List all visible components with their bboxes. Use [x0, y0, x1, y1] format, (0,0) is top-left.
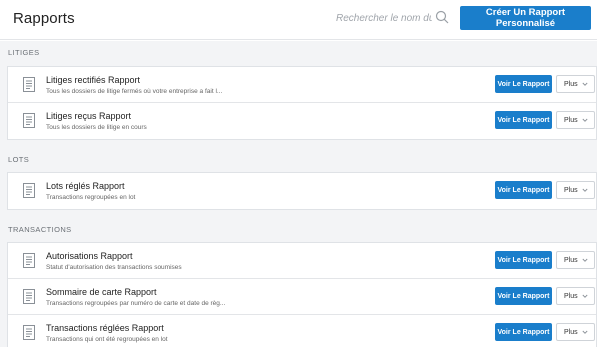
report-description: Tous les dossiers de litige en cours — [46, 124, 147, 131]
report-row: Sommaire de carte Rapport Transactions r… — [8, 279, 596, 315]
create-custom-report-button[interactable]: Créer Un Rapport Personnalisé — [460, 6, 591, 30]
section-card-transactions: Autorisations Rapport Statut d'autorisat… — [7, 242, 597, 347]
report-description: Transactions regroupées par numéro de ca… — [46, 300, 226, 307]
report-title: Transactions réglées Rapport — [46, 323, 164, 333]
chevron-down-icon — [582, 82, 588, 86]
report-title: Lots réglés Rapport — [46, 181, 125, 191]
view-report-button[interactable]: Voir Le Rapport — [495, 251, 552, 269]
more-dropdown-button[interactable]: Plus — [556, 323, 595, 341]
chevron-down-icon — [582, 330, 588, 334]
chevron-down-icon — [582, 188, 588, 192]
view-report-button[interactable]: Voir Le Rapport — [495, 323, 552, 341]
report-row: Lots réglés Rapport Transactions regroup… — [8, 173, 596, 209]
document-icon — [23, 325, 35, 340]
header-bar: Rapports Créer Un Rapport Personnalisé — [0, 0, 597, 40]
report-title: Litiges rectifiés Rapport — [46, 75, 141, 85]
more-dropdown-button[interactable]: Plus — [556, 181, 595, 199]
report-row: Litiges rectifiés Rapport Tous les dossi… — [8, 67, 596, 103]
section-card-litiges: Litiges rectifiés Rapport Tous les dossi… — [7, 66, 597, 140]
report-title: Litiges reçus Rapport — [46, 111, 132, 121]
chevron-down-icon — [582, 118, 588, 122]
more-dropdown-button[interactable]: Plus — [556, 111, 595, 129]
search-input[interactable] — [336, 9, 432, 27]
more-label: Plus — [564, 186, 578, 194]
view-report-button[interactable]: Voir Le Rapport — [495, 181, 552, 199]
search-icon[interactable] — [435, 10, 449, 24]
more-label: Plus — [564, 80, 578, 88]
report-title: Autorisations Rapport — [46, 251, 133, 261]
report-row: Litiges reçus Rapport Tous les dossiers … — [8, 103, 596, 139]
report-row: Autorisations Rapport Statut d'autorisat… — [8, 243, 596, 279]
more-label: Plus — [564, 292, 578, 300]
more-dropdown-button[interactable]: Plus — [556, 75, 595, 93]
more-label: Plus — [564, 328, 578, 336]
document-icon — [23, 183, 35, 198]
section-title-litiges: LITIGES — [8, 48, 40, 57]
report-description: Transactions qui ont été regroupées en l… — [46, 336, 168, 343]
document-icon — [23, 77, 35, 92]
more-label: Plus — [564, 256, 578, 264]
document-icon — [23, 253, 35, 268]
report-row: Transactions réglées Rapport Transaction… — [8, 315, 596, 347]
section-card-lots: Lots réglés Rapport Transactions regroup… — [7, 172, 597, 210]
document-icon — [23, 289, 35, 304]
document-icon — [23, 113, 35, 128]
view-report-button[interactable]: Voir Le Rapport — [495, 111, 552, 129]
chevron-down-icon — [582, 294, 588, 298]
more-dropdown-button[interactable]: Plus — [556, 251, 595, 269]
search-box[interactable] — [336, 8, 452, 28]
report-description: Transactions regroupées en lot — [46, 194, 136, 201]
view-report-button[interactable]: Voir Le Rapport — [495, 287, 552, 305]
page-title: Rapports — [13, 10, 75, 27]
section-title-transactions: TRANSACTIONS — [8, 225, 72, 234]
view-report-button[interactable]: Voir Le Rapport — [495, 75, 552, 93]
chevron-down-icon — [582, 258, 588, 262]
more-label: Plus — [564, 116, 578, 124]
report-list: LITIGES Litiges rectifiés Rapport Tous l… — [0, 41, 597, 347]
report-title: Sommaire de carte Rapport — [46, 287, 157, 297]
report-description: Statut d'autorisation des transactions s… — [46, 264, 182, 271]
section-title-lots: LOTS — [8, 155, 30, 164]
more-dropdown-button[interactable]: Plus — [556, 287, 595, 305]
report-description: Tous les dossiers de litige fermés où vo… — [46, 88, 223, 95]
